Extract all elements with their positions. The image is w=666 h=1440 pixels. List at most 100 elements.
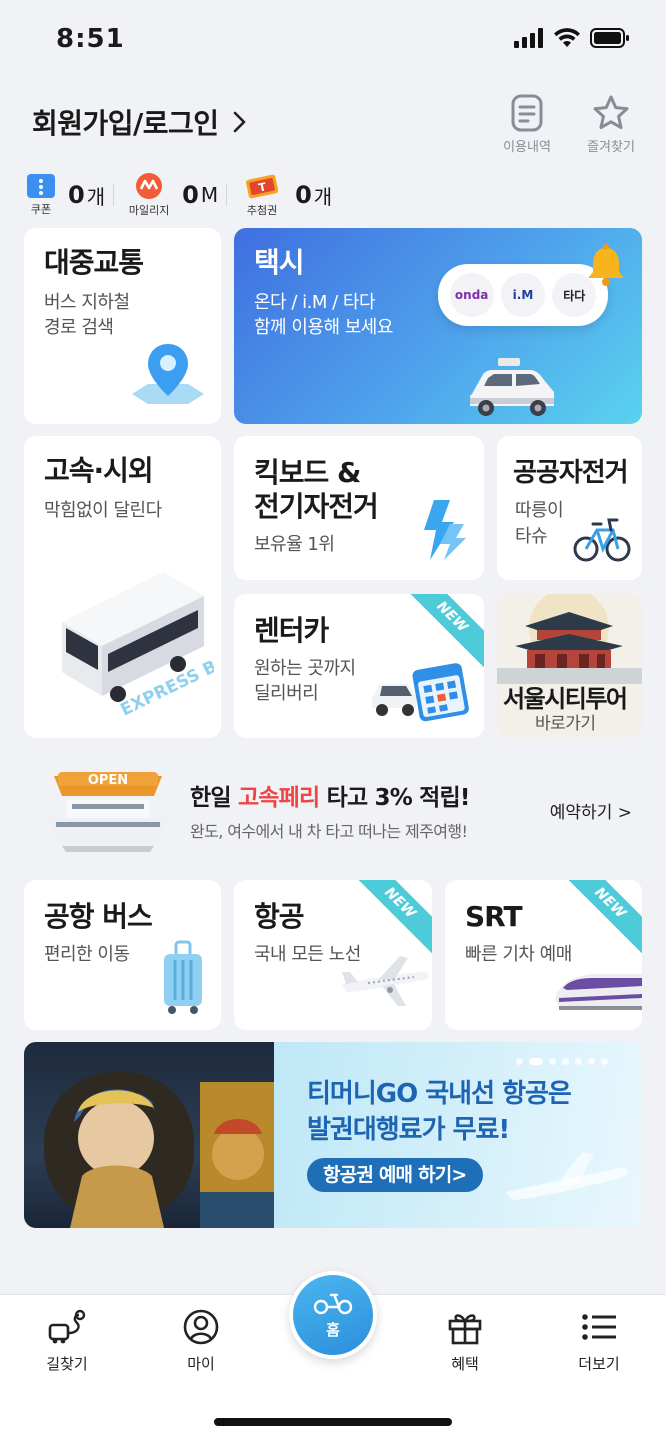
coupon-value: 0 [68, 181, 85, 209]
tab-directions[interactable]: 길찾기 [22, 1309, 112, 1374]
rentcar-card[interactable]: 렌터카 원하는 곳까지 딜리버리 NEW [234, 594, 484, 738]
city-tour-title: 서울시티투어 [503, 685, 628, 713]
banner-artwork [24, 1042, 274, 1228]
kickboard-sub: 보유율 1위 [254, 534, 335, 555]
transit-card[interactable]: 대중교통 버스 지하철 경로 검색 [24, 228, 221, 424]
transit-sub-1: 버스 지하철 [44, 292, 130, 313]
kickboard-title-1: 킥보드 & [254, 456, 361, 489]
status-time: 8:51 [56, 24, 125, 54]
taxi-card[interactable]: 택시 온다 / i.M / 타다 함께 이용해 보세요 onda i.M 타다 [234, 228, 642, 424]
kickboard-card[interactable]: 킥보드 & 전기자전거 보유율 1위 [234, 436, 484, 580]
ferry-promo[interactable]: OPEN 한일 고속페리 타고 3% 적립! 완도, 여수에서 내 차 타고 떠… [24, 760, 642, 860]
transit-sub-2: 경로 검색 [44, 317, 114, 338]
promo-title-accent: 고속페리 [237, 785, 320, 811]
book-flight-button[interactable]: 항공권 예매 하기> [307, 1158, 483, 1192]
mileage-label: 마일리지 [128, 204, 170, 217]
public-bike-card[interactable]: 공공자전거 따릉이 타슈 [497, 436, 642, 580]
tab-directions-label: 길찾기 [46, 1355, 88, 1373]
gift-icon [448, 1314, 482, 1345]
document-icon [511, 94, 543, 132]
kickboard-title-2: 전기자전거 [254, 490, 379, 523]
home-indicator [214, 1418, 452, 1426]
city-tour-card[interactable]: 서울시티투어 바로가기 [497, 594, 642, 738]
points-summary: 쿠폰 0 개 마일리지 0 M T 추첨권 0 개 [24, 170, 332, 220]
train-icon [555, 974, 642, 1010]
star-icon [593, 95, 629, 130]
open-sign-text: OPEN [88, 773, 128, 788]
rentcar-sub-2: 딜리버리 [254, 683, 319, 704]
srt-card[interactable]: SRT 빠른 기차 예매 NEW [445, 880, 642, 1030]
airplane-watermark-icon [506, 1152, 628, 1200]
taxi-sub-2: 함께 이용해 보세요 [254, 317, 393, 338]
banner-title-line-1: 티머니GO 국내선 항공은 [307, 1079, 572, 1109]
promo-subtitle: 완도, 여수에서 내 차 타고 떠나는 제주여행! [190, 822, 468, 841]
tab-my[interactable]: 마이 [156, 1309, 246, 1374]
mileage-point[interactable]: 마일리지 0 M [120, 172, 218, 218]
transit-title: 대중교통 [44, 246, 144, 279]
airplane-icon [342, 956, 429, 1006]
bike-title: 공공자전거 [513, 458, 629, 488]
rentcar-title: 렌터카 [254, 614, 329, 647]
tab-home[interactable]: 홈 [289, 1271, 377, 1359]
car-calendar-icon [372, 663, 469, 722]
ferry-icon: OPEN [46, 772, 170, 852]
express-bus-icon: EXPRESS BUS [62, 572, 214, 720]
tab-my-label: 마이 [187, 1355, 215, 1373]
tab-more-label: 더보기 [578, 1355, 620, 1373]
taxi-sub-1: 온다 / i.M / 타다 [254, 292, 376, 313]
mileage-value: 0 [182, 181, 199, 209]
coupon-unit: 개 [86, 184, 106, 209]
coupon-point[interactable]: 쿠폰 0 개 [24, 173, 105, 217]
flight-title: 항공 [254, 900, 305, 933]
coupon-label: 쿠폰 [30, 203, 52, 216]
route-icon [48, 1309, 86, 1344]
battery-icon [590, 28, 629, 48]
express-sub: 막힘없이 달린다 [44, 500, 162, 521]
header: 회원가입/로그인 이용내역 즐겨찾기 [0, 90, 666, 160]
lottery-value: 0 [295, 181, 312, 209]
new-badge: NEW [348, 880, 432, 955]
lottery-unit: 개 [313, 184, 333, 209]
map-pin-icon [132, 344, 204, 404]
airport-bus-title: 공항 버스 [44, 900, 153, 933]
rentcar-sub-1: 원하는 곳까지 [254, 658, 356, 679]
chevron-right-icon [233, 111, 245, 133]
im-logo: i.M [500, 273, 545, 317]
login-label: 회원가입/로그인 [32, 107, 219, 140]
signal-icon [514, 28, 543, 48]
tab-home-label: 홈 [326, 1321, 340, 1339]
reserve-link[interactable]: 예약하기 > [550, 798, 632, 823]
banner-pagination [516, 1058, 608, 1065]
airport-bus-card[interactable]: 공항 버스 편리한 이동 [24, 880, 221, 1030]
wifi-icon [554, 28, 580, 47]
flight-card[interactable]: 항공 국내 모든 노선 NEW [234, 880, 432, 1030]
city-tour-sub: 바로가기 [535, 714, 596, 734]
profile-icon [183, 1309, 219, 1345]
bike-sub-1: 따릉이 [515, 500, 564, 521]
palace-icon [497, 594, 642, 684]
usage-history-label: 이용내역 [503, 140, 551, 155]
home-icon [313, 1293, 353, 1315]
login-link[interactable]: 회원가입/로그인 [32, 102, 247, 142]
airport-bus-sub: 편리한 이동 [44, 944, 130, 965]
onda-logo: onda [449, 273, 494, 317]
favorites-label: 즐겨찾기 [587, 140, 635, 155]
menu-icon [582, 1314, 616, 1340]
tab-benefits[interactable]: 혜택 [420, 1309, 510, 1374]
promo-title: 한일 고속페리 타고 3% 적립! [190, 785, 470, 811]
coupon-icon [27, 174, 55, 198]
lightning-icon [424, 500, 466, 560]
lottery-label: 추첨권 [246, 204, 278, 217]
favorites-button[interactable]: 즐겨찾기 [576, 94, 646, 155]
express-bus-card[interactable]: 고속·시외 막힘없이 달린다 EXPRESS BUS [24, 436, 221, 738]
tab-benefits-label: 혜택 [451, 1355, 479, 1373]
tab-more[interactable]: 더보기 [554, 1309, 644, 1374]
express-title: 고속·시외 [44, 454, 154, 487]
flight-banner[interactable]: 티머니GO 국내선 항공은 발권대행료가 무료! 항공권 예매 하기> [24, 1042, 642, 1228]
lottery-point[interactable]: T 추첨권 0 개 [233, 172, 332, 218]
srt-title: SRT [465, 900, 523, 933]
bell-icon [588, 244, 624, 286]
divider [226, 184, 228, 206]
banner-title-line-2: 발권대행료가 무료! [307, 1115, 510, 1145]
usage-history-button[interactable]: 이용내역 [492, 94, 562, 155]
